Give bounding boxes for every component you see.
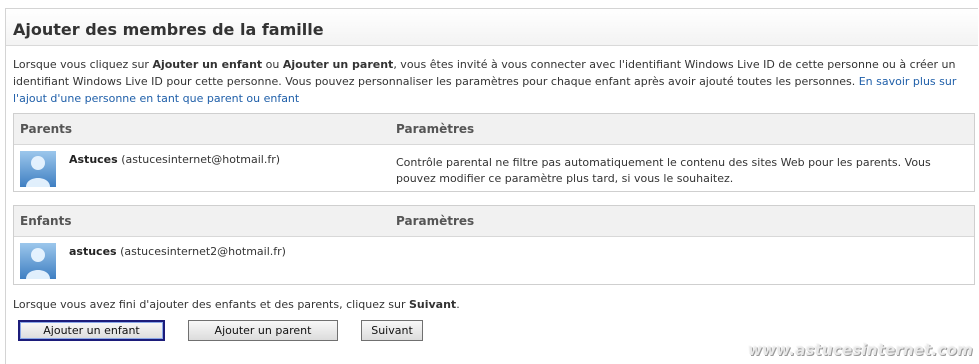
parent-setting-text: Contrôle parental ne filtre pas automati… <box>396 156 931 185</box>
avatar-icon <box>20 151 56 187</box>
intro-add-parent-bold: Ajouter un parent <box>282 58 394 71</box>
child-name: astuces <box>69 245 117 258</box>
next-button[interactable]: Suivant <box>361 320 423 341</box>
parent-member: Astuces (astucesinternet@hotmail.fr) <box>69 153 280 166</box>
parent-row: Astuces (astucesinternet@hotmail.fr) Con… <box>14 145 974 193</box>
avatar-icon <box>20 243 56 279</box>
children-header: Enfants Paramètres <box>14 206 974 237</box>
children-column-header: Enfants <box>20 214 72 228</box>
child-email: (astucesinternet2@hotmail.fr) <box>120 245 286 258</box>
parents-column-header: Parents <box>20 122 73 136</box>
parents-header: Parents Paramètres <box>14 114 974 145</box>
page-title: Ajouter des membres de la famille <box>13 20 324 39</box>
intro-text: Lorsque vous cliquez sur Ajouter un enfa… <box>13 56 963 107</box>
parent-email: (astucesinternet@hotmail.fr) <box>121 153 281 166</box>
children-settings-column-header: Paramètres <box>396 214 475 228</box>
intro-add-child-bold: Ajouter un enfant <box>152 58 263 71</box>
parents-settings-column-header: Paramètres <box>396 122 475 136</box>
child-row: astuces (astucesinternet2@hotmail.fr) <box>14 237 974 286</box>
footer-next-bold: Suivant <box>408 298 457 311</box>
add-child-button[interactable]: Ajouter un enfant <box>18 320 165 341</box>
parent-name: Astuces <box>69 153 118 166</box>
children-section: Enfants Paramètres astuces (astucesinter… <box>13 205 975 285</box>
add-parent-button[interactable]: Ajouter un parent <box>188 320 338 341</box>
child-member: astuces (astucesinternet2@hotmail.fr) <box>69 245 286 258</box>
watermark: www.astucesinternet.com <box>748 341 973 359</box>
intro-part1: Lorsque vous cliquez sur <box>13 58 153 71</box>
footer-part1: Lorsque vous avez fini d'ajouter des enf… <box>13 298 409 311</box>
parents-section: Parents Paramètres Astuces (astucesinter… <box>13 113 975 192</box>
intro-part2: ou <box>262 58 283 71</box>
footer-instructions: Lorsque vous avez fini d'ajouter des enf… <box>13 298 460 311</box>
footer-part2: . <box>456 298 460 311</box>
